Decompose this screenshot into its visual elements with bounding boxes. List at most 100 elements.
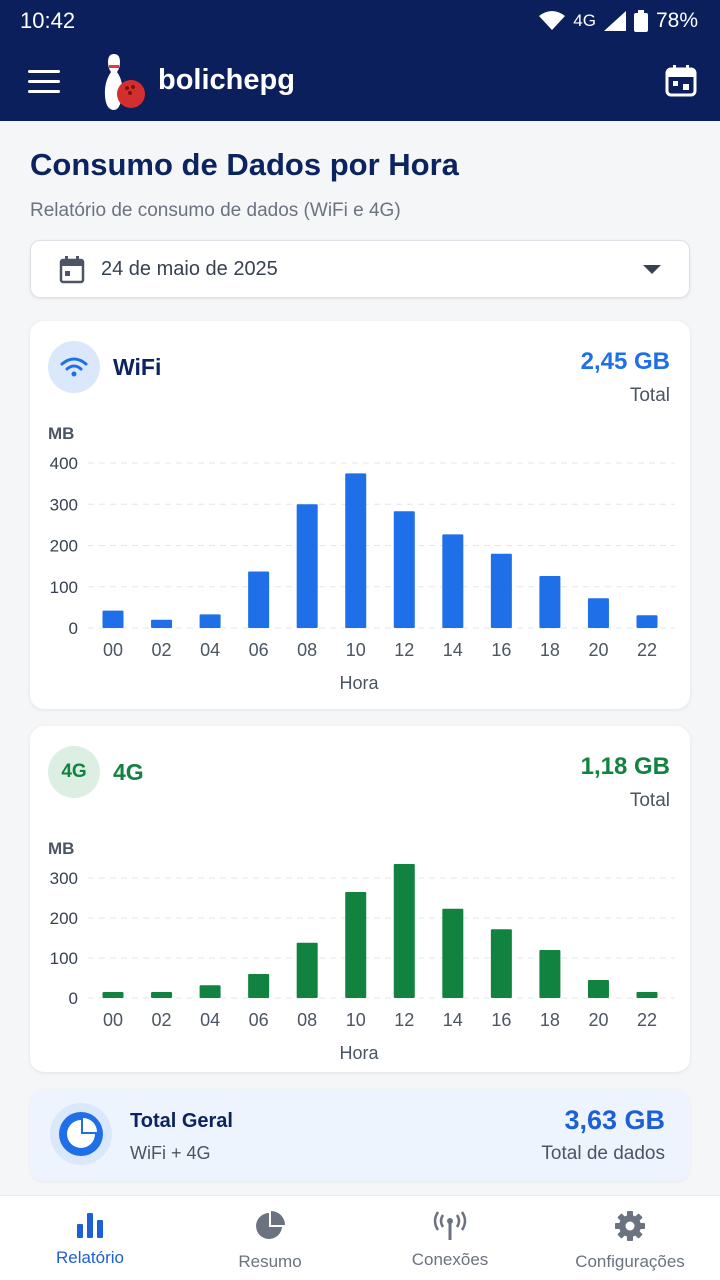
4g-total: 1,18 GB — [580, 753, 670, 780]
total-summary-card: Total Geral WiFi + 4G 3,63 GB Total de d… — [30, 1089, 690, 1181]
y-tick-label: 0 — [69, 989, 78, 1008]
x-tick-label: 20 — [588, 640, 608, 660]
calendar-icon[interactable] — [664, 64, 698, 98]
nav-item-conexoes[interactable]: Conexões — [360, 1196, 540, 1280]
y-tick-label: 200 — [50, 537, 78, 556]
x-tick-label: 18 — [540, 640, 560, 660]
bar-12 — [393, 511, 415, 628]
menu-icon[interactable] — [28, 70, 60, 94]
bar-00 — [102, 610, 124, 628]
4g-badge: 4G — [48, 746, 100, 798]
bar-14 — [442, 908, 464, 998]
y-tick-label: 100 — [50, 578, 78, 597]
x-tick-label: 10 — [346, 1010, 366, 1030]
4g-total-label: Total — [629, 790, 670, 811]
bowling-logo-icon — [104, 54, 145, 110]
4g-usage-card: 4G 4G 1,18 GB Total MB 0 100 200 300 00 02 04 06… — [30, 726, 690, 1072]
bar-20 — [587, 980, 609, 998]
y-tick-label: 300 — [50, 869, 78, 888]
bar-22 — [636, 615, 658, 628]
bar-20 — [587, 598, 609, 628]
network-type: 4G — [573, 11, 596, 30]
y-tick-label: 400 — [50, 454, 78, 473]
main-content: Consumo de Dados por Hora Relatório de c… — [0, 121, 720, 1195]
x-tick-label: 08 — [297, 1010, 317, 1030]
y-tick-label: 300 — [50, 495, 78, 514]
calendar-icon — [59, 256, 85, 284]
gear-icon — [615, 1211, 645, 1241]
summary-badge — [50, 1103, 112, 1165]
wifi-total: 2,45 GB — [580, 348, 670, 375]
bar-22 — [636, 992, 658, 998]
nav-label: Relatório — [55, 1248, 125, 1267]
nav-item-configuracoes[interactable]: Configurações — [540, 1196, 720, 1280]
summary-title: Total Geral — [130, 1110, 233, 1132]
x-tick-label: 22 — [637, 1010, 657, 1030]
x-tick-label: 04 — [200, 640, 220, 660]
wifi-signal-icon — [539, 11, 566, 30]
4g-card-title: 4G — [113, 759, 144, 785]
bar-10 — [345, 892, 367, 998]
bar-10 — [345, 473, 367, 628]
y-tick-label: 0 — [69, 619, 78, 638]
x-tick-label: 22 — [637, 640, 657, 660]
x-tick-label: 14 — [443, 1010, 463, 1030]
x-tick-label: 12 — [394, 640, 414, 660]
page-title: Consumo de Dados por Hora — [30, 147, 459, 182]
pie-chart-icon — [256, 1211, 285, 1239]
bar-chart-icon — [77, 1213, 103, 1238]
wifi-bar-chart: MB 0 100 200 300 400 00 02 04 06 08 10 12 14 16 18 20 22 H… — [48, 424, 675, 693]
summary-total: 3,63 GB — [564, 1105, 665, 1135]
app-bar: bolichepg — [0, 42, 720, 121]
x-axis-label: Hora — [339, 673, 379, 693]
y-tick-label: 200 — [50, 909, 78, 928]
nav-item-resumo[interactable]: Resumo — [180, 1196, 360, 1280]
bar-06 — [248, 974, 270, 998]
date-select[interactable]: 24 de maio de 2025 — [30, 240, 690, 298]
y-axis-label: MB — [48, 424, 74, 443]
bar-18 — [539, 950, 561, 998]
app-title: bolichepg — [158, 64, 295, 96]
x-tick-label: 04 — [200, 1010, 220, 1030]
date-value: 24 de maio de 2025 — [101, 258, 278, 280]
status-bar: 10:42 4G 78% — [0, 0, 720, 42]
bar-16 — [490, 929, 512, 998]
x-tick-label: 06 — [249, 640, 269, 660]
bar-14 — [442, 534, 464, 628]
bar-12 — [393, 864, 415, 998]
wifi-icon — [60, 357, 88, 377]
nav-label: Resumo — [238, 1252, 302, 1271]
bar-02 — [151, 992, 173, 998]
wifi-card-title: WiFi — [113, 354, 162, 380]
cell-signal-icon — [603, 11, 626, 31]
wifi-total-label: Total — [629, 385, 670, 406]
bar-06 — [248, 571, 270, 628]
bar-00 — [102, 992, 124, 998]
x-tick-label: 08 — [297, 640, 317, 660]
bar-18 — [539, 576, 561, 628]
x-tick-label: 00 — [103, 640, 123, 660]
bar-04 — [199, 985, 221, 998]
wifi-badge — [48, 341, 100, 393]
bar-16 — [490, 553, 512, 628]
x-axis-label: Hora — [339, 1043, 379, 1063]
battery-icon — [633, 10, 648, 32]
x-tick-label: 12 — [394, 1010, 414, 1030]
x-tick-label: 16 — [491, 1010, 511, 1030]
y-axis-label: MB — [48, 839, 74, 858]
chevron-down-icon — [643, 265, 661, 274]
nav-label: Configurações — [575, 1252, 685, 1271]
bottom-navigation: Relatório Resumo Conexões Configurações — [0, 1195, 720, 1280]
summary-total-label: Total de dados — [541, 1143, 665, 1164]
battery-level: 78% — [655, 9, 698, 32]
summary-subtitle: WiFi + 4G — [130, 1143, 211, 1163]
x-tick-label: 14 — [443, 640, 463, 660]
x-tick-label: 20 — [588, 1010, 608, 1030]
x-tick-label: 02 — [152, 1010, 172, 1030]
wifi-usage-card: WiFi 2,45 GB Total MB 0 100 200 300 400 00 02 04… — [30, 321, 690, 709]
x-tick-label: 10 — [346, 640, 366, 660]
x-tick-label: 00 — [103, 1010, 123, 1030]
4g-bar-chart: MB 0 100 200 300 00 02 04 06 08 10 12 14 16 18 20 22 Hora — [48, 839, 675, 1063]
antenna-icon — [433, 1211, 467, 1240]
nav-item-relatorio[interactable]: Relatório — [0, 1196, 180, 1280]
